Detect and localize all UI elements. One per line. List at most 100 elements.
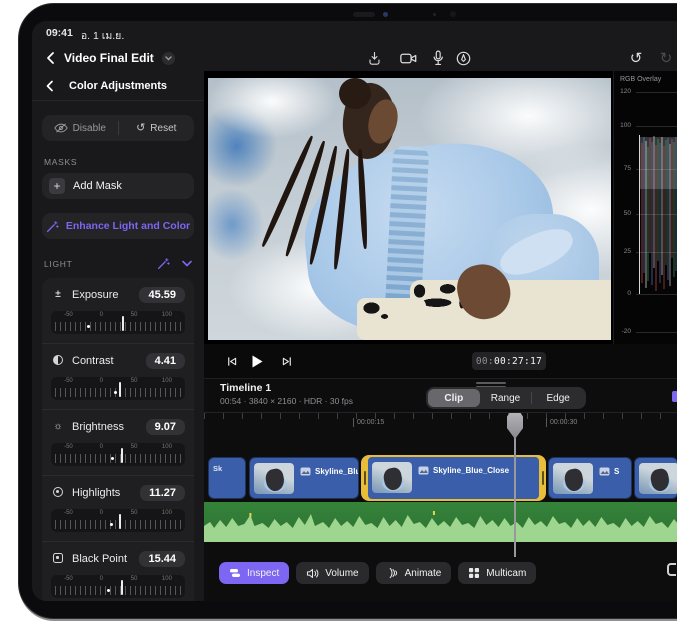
clipped-button-icon[interactable] [667, 563, 676, 576]
black-point-value[interactable]: 15.44 [139, 551, 185, 567]
trim-handle-right[interactable] [542, 471, 544, 485]
video-preview-frame [208, 78, 611, 340]
clip-skyline-blue-close-selected[interactable]: Skyline_Blue_Close [361, 455, 546, 501]
clip-thumbnail [553, 463, 593, 494]
brightness-slider[interactable]: ☼ Brightness 9.07 -50 0 50 100 [42, 409, 194, 475]
add-mask-label: Add Mask [73, 180, 122, 192]
transport-bar: 00:00:27:17 [204, 344, 677, 378]
back-icon[interactable] [42, 50, 58, 66]
timeline-drag-handle-icon[interactable] [476, 382, 506, 384]
timeline-ruler[interactable]: 00:00:15 00:00:30 [204, 412, 677, 434]
mode-range[interactable]: Range [480, 389, 532, 407]
photo-icon [599, 467, 610, 476]
ipad-device: 09:41 อ. 1 เม.ย. Video Final Edit [18, 3, 677, 619]
light-section-header: LIGHT [44, 257, 192, 270]
camera-pill [353, 12, 375, 17]
contrast-value[interactable]: 4.41 [146, 353, 185, 369]
rgb-overlay-scope: RGB Overlay 120 100 75 50 25 0 -20 [613, 71, 677, 344]
exposure-value[interactable]: 45.59 [139, 287, 185, 303]
project-menu-chevron-icon[interactable] [162, 52, 175, 65]
playhead-handle[interactable] [507, 413, 523, 439]
next-frame-icon[interactable] [278, 353, 296, 369]
plus-icon: + [49, 178, 65, 194]
black-point-ruler[interactable]: -50 0 50 100 [51, 575, 185, 598]
exposure-slider[interactable]: ± Exposure 45.59 -50 0 50 100 [42, 278, 194, 343]
undo-icon[interactable]: ↺ [626, 48, 646, 68]
highlights-ruler[interactable]: -50 0 50 100 [51, 509, 185, 532]
play-icon[interactable] [248, 353, 266, 369]
volume-button[interactable]: Volume [296, 562, 368, 584]
clip-s-truncated[interactable]: S [548, 457, 632, 499]
sensor-lens [450, 11, 456, 17]
black-point-icon [53, 553, 63, 563]
clip-skyline-blue-wide[interactable]: Skyline_Blue_Wide [249, 457, 359, 499]
eye-slash-icon [54, 123, 68, 133]
timeline-panel: Timeline 1 00:54 · 3840 × 2160 · HDR · 3… [204, 378, 677, 601]
color-adjustments-panel: Color Adjustments Disable ↺ Reset MASKS … [32, 71, 204, 601]
project-title[interactable]: Video Final Edit [64, 51, 154, 65]
timecode-display[interactable]: 00:00:27:17 [472, 352, 546, 370]
trim-handle-left[interactable] [364, 471, 366, 485]
animate-button[interactable]: Animate [376, 562, 452, 584]
masks-heading: MASKS [44, 157, 192, 167]
previous-frame-icon[interactable] [222, 353, 240, 369]
disable-reset-segment: Disable ↺ Reset [42, 115, 194, 141]
highlights-value[interactable]: 11.27 [140, 485, 185, 501]
photo-icon [300, 467, 311, 476]
reset-button[interactable]: ↺ Reset [119, 115, 195, 141]
sensor-dot [433, 13, 436, 16]
timeline-meta: 00:54 · 3840 × 2160 · HDR · 30 fps [220, 396, 353, 406]
timeline-name: Timeline 1 [220, 382, 271, 394]
clip-thumbnail [254, 463, 294, 494]
clip-partial-right[interactable] [634, 457, 677, 499]
contrast-ruler[interactable]: -50 0 50 100 [51, 377, 185, 400]
mode-edge[interactable]: Edge [532, 389, 584, 407]
clipped-accent-icon[interactable] [672, 391, 677, 402]
disable-button[interactable]: Disable [42, 115, 118, 141]
panel-back-icon[interactable] [41, 78, 57, 94]
brightness-ruler[interactable]: -50 0 50 100 [51, 443, 185, 466]
exposure-icon: ± [51, 290, 65, 300]
black-point-slider[interactable]: Black Point 15.44 -50 0 50 100 [42, 541, 194, 601]
contrast-slider[interactable]: Contrast 4.41 -50 0 50 100 [42, 343, 194, 409]
inspect-button[interactable]: Inspect [219, 562, 289, 584]
add-mask-button[interactable]: + Add Mask [42, 173, 194, 199]
status-date: อ. 1 เม.ย. [81, 27, 124, 44]
rgb-waveform [639, 133, 677, 294]
top-chrome: 09:41 อ. 1 เม.ย. Video Final Edit [32, 21, 677, 71]
preview-subject-pants [357, 298, 426, 340]
redo-icon[interactable]: ↻ [656, 48, 676, 68]
microphone-icon[interactable] [428, 48, 448, 68]
contrast-icon [53, 355, 63, 365]
import-icon[interactable] [364, 48, 384, 68]
panel-header: Color Adjustments [32, 71, 204, 101]
inspector-icon [229, 567, 241, 579]
reset-label: Reset [150, 123, 176, 134]
camera-icon[interactable] [398, 48, 418, 68]
highlights-icon [53, 487, 63, 497]
speaker-icon [306, 568, 319, 579]
highlights-slider[interactable]: Highlights 11.27 -50 0 50 100 [42, 475, 194, 541]
status-time: 09:41 [46, 27, 73, 44]
collapse-chevron-icon[interactable] [182, 260, 192, 267]
enhance-light-color-button[interactable]: Enhance Light and Color [42, 213, 194, 239]
light-sliders-group: ± Exposure 45.59 -50 0 50 100 [42, 278, 194, 601]
brightness-icon: ☼ [51, 422, 65, 432]
multicam-button[interactable]: Multicam [458, 562, 536, 584]
marker-pen-icon[interactable] [453, 48, 473, 68]
light-wand-icon[interactable] [157, 257, 170, 270]
screen: 09:41 อ. 1 เม.ย. Video Final Edit [32, 21, 677, 601]
title-bar: Video Final Edit ↺ [32, 45, 677, 71]
grid-icon [468, 567, 480, 579]
brightness-value[interactable]: 9.07 [146, 419, 185, 435]
selection-mode-segment: Clip Range Edge [426, 387, 586, 409]
enhance-label: Enhance Light and Color [66, 220, 190, 232]
reset-icon: ↺ [136, 123, 145, 134]
mode-clip[interactable]: Clip [428, 389, 480, 407]
clip-partial-left[interactable]: Sk [208, 457, 246, 499]
exposure-ruler[interactable]: -50 0 50 100 [51, 311, 185, 334]
audio-track[interactable] [204, 502, 677, 542]
panel-title: Color Adjustments [69, 80, 167, 92]
magic-wand-icon [46, 220, 59, 233]
video-viewer[interactable] [204, 71, 613, 344]
